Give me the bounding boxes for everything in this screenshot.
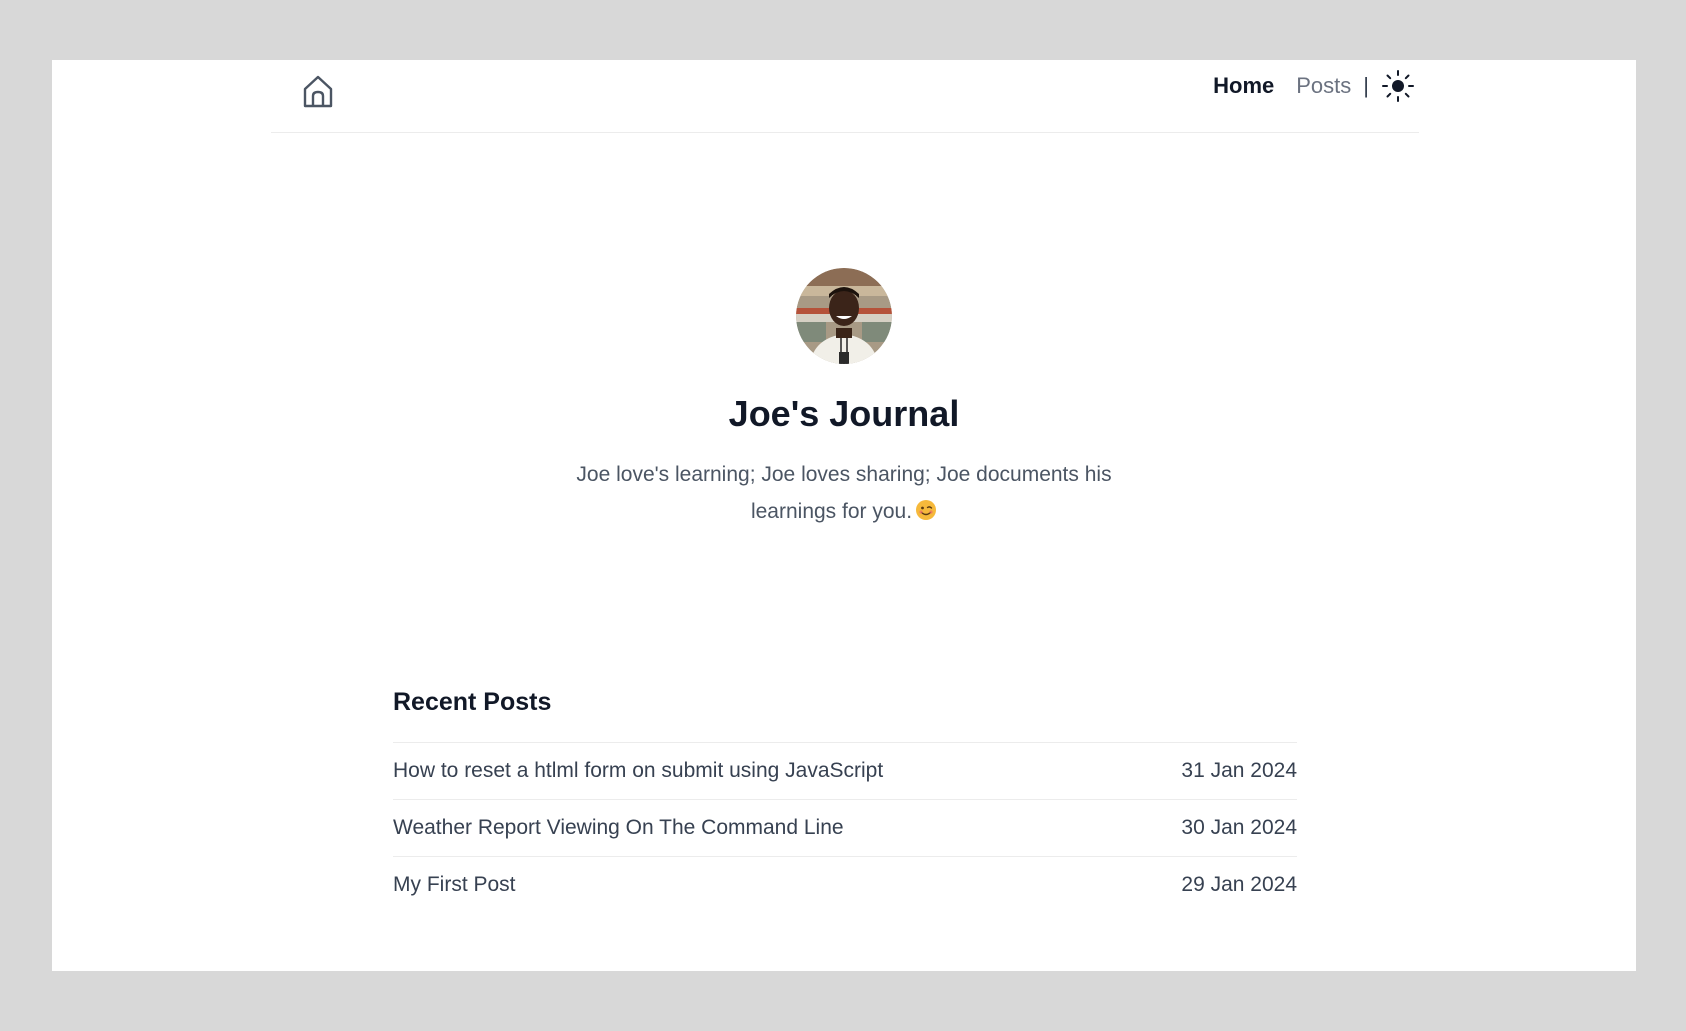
- post-date: 30 Jan 2024: [1181, 816, 1297, 839]
- nav-home-link[interactable]: Home: [1213, 73, 1274, 99]
- recent-posts-heading: Recent Posts: [393, 688, 552, 716]
- home-icon[interactable]: [301, 73, 335, 109]
- post-link[interactable]: How to reset a htlml form on submit usin…: [393, 759, 883, 783]
- page: Home Posts | Joe's Journal Joe love's le…: [52, 60, 1636, 971]
- recent-posts-section: Recent Posts How to reset a htlml form o…: [393, 680, 1297, 913]
- post-link[interactable]: Weather Report Viewing On The Command Li…: [393, 816, 844, 840]
- nav-menu: Home Posts |: [1213, 70, 1415, 102]
- list-item: Weather Report Viewing On The Command Li…: [393, 800, 1297, 857]
- tagline-text: Joe love's learning; Joe loves sharing; …: [576, 463, 1112, 523]
- sun-icon: [1382, 70, 1414, 102]
- winking-face-icon: [915, 496, 937, 520]
- hero: Joe's Journal Joe love's learning; Joe l…: [52, 268, 1636, 530]
- nav-posts-link[interactable]: Posts: [1296, 73, 1351, 99]
- navbar: Home Posts |: [271, 60, 1419, 133]
- theme-toggle-button[interactable]: [1381, 69, 1415, 103]
- tagline: Joe love's learning; Joe loves sharing; …: [574, 456, 1114, 530]
- post-date: 29 Jan 2024: [1181, 873, 1297, 896]
- avatar: [796, 268, 892, 364]
- nav-separator: |: [1363, 73, 1369, 98]
- post-date: 31 Jan 2024: [1181, 759, 1297, 782]
- site-title: Joe's Journal: [728, 393, 960, 434]
- list-item: My First Post 29 Jan 2024: [393, 857, 1297, 913]
- list-item: How to reset a htlml form on submit usin…: [393, 743, 1297, 800]
- post-link[interactable]: My First Post: [393, 873, 516, 897]
- post-list: How to reset a htlml form on submit usin…: [393, 742, 1297, 913]
